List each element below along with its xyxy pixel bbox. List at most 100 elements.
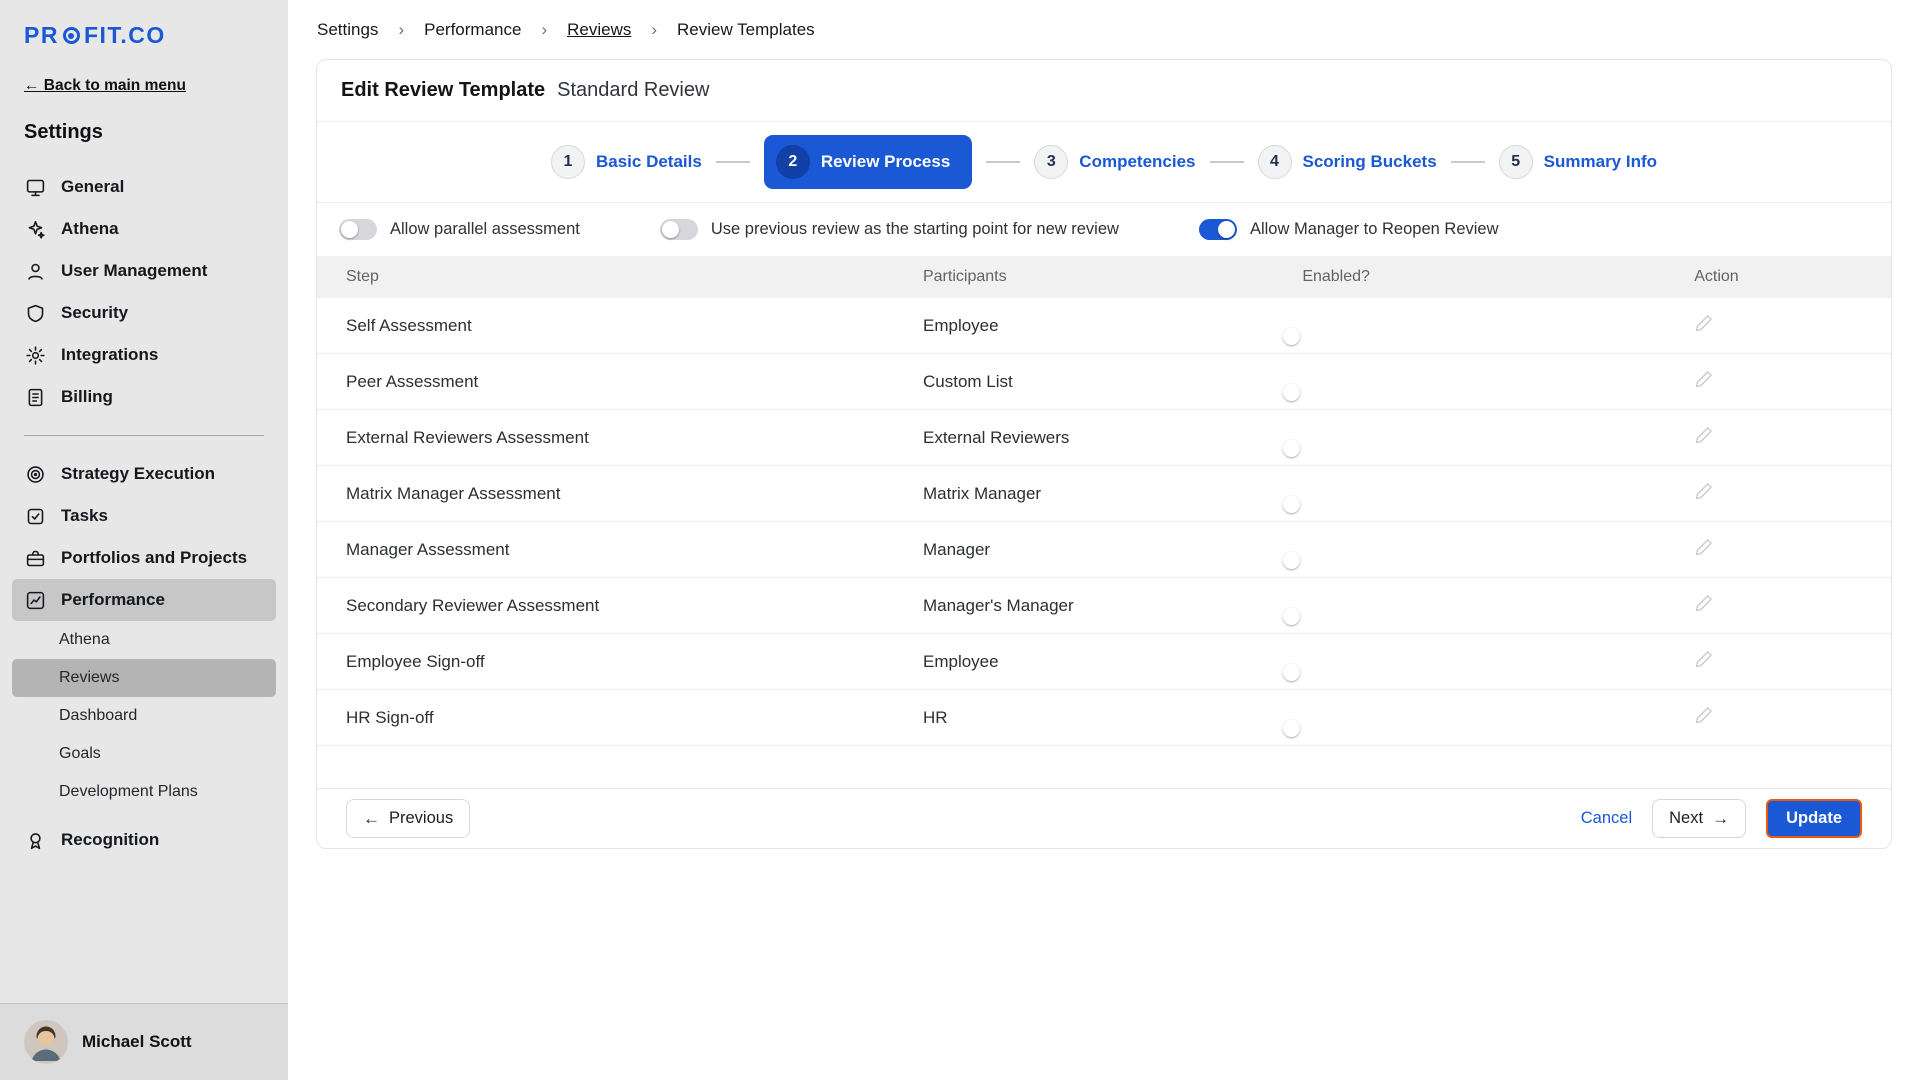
step-connector xyxy=(1210,161,1244,163)
monitor-icon xyxy=(24,176,46,198)
participants-cell: Matrix Manager xyxy=(923,484,1302,504)
sidebar-item-label: Tasks xyxy=(61,506,108,526)
edit-icon[interactable] xyxy=(1694,705,1714,725)
table-row: Secondary Reviewer Assessment Manager's … xyxy=(317,578,1891,634)
participants-cell: Manager's Manager xyxy=(923,596,1302,616)
sidebar-item-billing[interactable]: Billing xyxy=(12,376,276,418)
step-summary-info[interactable]: 5 Summary Info xyxy=(1499,145,1657,179)
sidebar-subitem-label: Reviews xyxy=(59,669,119,687)
breadcrumb-settings[interactable]: Settings xyxy=(317,20,378,40)
sidebar-item-label: Billing xyxy=(61,387,113,407)
sidebar-item-recognition[interactable]: Recognition xyxy=(12,819,276,861)
step-connector xyxy=(716,161,750,163)
sidebar-item-security[interactable]: Security xyxy=(12,292,276,334)
back-to-main-menu-link[interactable]: ← Back to main menu xyxy=(0,77,288,95)
sidebar-item-integrations[interactable]: Integrations xyxy=(12,334,276,376)
allow-manager-reopen-toggle[interactable] xyxy=(1199,219,1237,240)
sidebar-subitem-label: Athena xyxy=(59,631,110,649)
option-label: Use previous review as the starting poin… xyxy=(711,220,1119,239)
previous-button[interactable]: ← Previous xyxy=(346,799,470,838)
sidebar-subitem-goals[interactable]: Goals xyxy=(12,735,276,773)
avatar xyxy=(24,1020,68,1064)
update-button[interactable]: Update xyxy=(1766,799,1862,838)
profit-logo: PR FIT.CO xyxy=(0,22,288,49)
sidebar-subitem-development-plans[interactable]: Development Plans xyxy=(12,773,276,811)
sidebar-item-label: Strategy Execution xyxy=(61,464,215,484)
logo-text-right: FIT.CO xyxy=(84,22,166,49)
edit-icon[interactable] xyxy=(1694,593,1714,613)
breadcrumb-review-templates[interactable]: Review Templates xyxy=(677,20,815,40)
use-previous-review-toggle[interactable] xyxy=(660,219,698,240)
step-label: Summary Info xyxy=(1544,152,1657,172)
sidebar-item-performance[interactable]: Performance xyxy=(12,579,276,621)
next-button[interactable]: Next → xyxy=(1652,799,1746,838)
step-scoring-buckets[interactable]: 4 Scoring Buckets xyxy=(1258,145,1437,179)
gear-icon xyxy=(24,344,46,366)
column-header-enabled: Enabled? xyxy=(1302,268,1694,286)
sidebar-item-portfolios-and-projects[interactable]: Portfolios and Projects xyxy=(12,537,276,579)
medal-icon xyxy=(24,829,46,851)
participants-cell: Manager xyxy=(923,540,1302,560)
column-header-participants: Participants xyxy=(923,268,1302,286)
step-name-cell: Secondary Reviewer Assessment xyxy=(317,596,923,616)
main-content: Settings › Performance › Reviews › Revie… xyxy=(288,0,1920,1080)
sidebar-item-general[interactable]: General xyxy=(12,166,276,208)
column-header-step: Step xyxy=(317,268,923,286)
table-row: Manager Assessment Manager xyxy=(317,522,1891,578)
sidebar-item-user-management[interactable]: User Management xyxy=(12,250,276,292)
sidebar-subitem-label: Development Plans xyxy=(59,783,198,801)
edit-icon[interactable] xyxy=(1694,481,1714,501)
logo-text-left: PR xyxy=(24,22,59,49)
document-icon xyxy=(24,386,46,408)
table-row: Employee Sign-off Employee xyxy=(317,634,1891,690)
sidebar-subitem-athena[interactable]: Athena xyxy=(12,621,276,659)
breadcrumb: Settings › Performance › Reviews › Revie… xyxy=(288,0,1920,59)
step-name-cell: HR Sign-off xyxy=(317,708,923,728)
edit-icon[interactable] xyxy=(1694,369,1714,389)
sidebar-item-label: General xyxy=(61,177,124,197)
sidebar-item-label: User Management xyxy=(61,261,207,281)
card-header: Edit Review Template Standard Review xyxy=(317,60,1891,122)
edit-icon[interactable] xyxy=(1694,425,1714,445)
step-competencies[interactable]: 3 Competencies xyxy=(1034,145,1195,179)
sidebar-item-label: Security xyxy=(61,303,128,323)
step-name-cell: Self Assessment xyxy=(317,316,923,336)
cancel-link[interactable]: Cancel xyxy=(1581,809,1632,828)
table-row: HR Sign-off HR xyxy=(317,690,1891,746)
step-label: Scoring Buckets xyxy=(1303,152,1437,172)
sidebar-subitem-label: Goals xyxy=(59,745,101,763)
sidebar-item-athena[interactable]: Athena xyxy=(12,208,276,250)
sidebar-item-tasks[interactable]: Tasks xyxy=(12,495,276,537)
step-name-cell: Matrix Manager Assessment xyxy=(317,484,923,504)
edit-review-template-card: Edit Review Template Standard Review 1 B… xyxy=(316,59,1892,849)
sidebar-subitem-dashboard[interactable]: Dashboard xyxy=(12,697,276,735)
sidebar-item-label: Performance xyxy=(61,590,165,610)
target-icon xyxy=(24,463,46,485)
step-name-cell: Peer Assessment xyxy=(317,372,923,392)
logo-target-icon xyxy=(63,27,80,44)
participants-cell: HR xyxy=(923,708,1302,728)
edit-icon[interactable] xyxy=(1694,537,1714,557)
sidebar-item-label: Recognition xyxy=(61,830,159,850)
step-basic-details[interactable]: 1 Basic Details xyxy=(551,145,702,179)
step-number: 1 xyxy=(551,145,585,179)
user-profile[interactable]: Michael Scott xyxy=(0,1003,288,1080)
sidebar-item-strategy-execution[interactable]: Strategy Execution xyxy=(12,453,276,495)
step-label: Basic Details xyxy=(596,152,702,172)
breadcrumb-reviews[interactable]: Reviews xyxy=(567,20,631,40)
participants-cell: Employee xyxy=(923,652,1302,672)
step-review-process[interactable]: 2 Review Process xyxy=(764,135,972,189)
step-label: Review Process xyxy=(821,152,950,172)
review-options: Allow parallel assessment Use previous r… xyxy=(317,203,1891,256)
sidebar-subitem-reviews[interactable]: Reviews xyxy=(12,659,276,697)
table-bottom-spacer xyxy=(317,746,1891,788)
option-label: Allow Manager to Reopen Review xyxy=(1250,220,1499,239)
breadcrumb-performance[interactable]: Performance xyxy=(424,20,521,40)
edit-icon[interactable] xyxy=(1694,649,1714,669)
checklist-icon xyxy=(24,505,46,527)
card-footer: ← Previous Cancel Next → Update xyxy=(317,788,1891,848)
edit-icon[interactable] xyxy=(1694,313,1714,333)
allow-parallel-assessment-toggle[interactable] xyxy=(339,219,377,240)
step-connector xyxy=(1451,161,1485,163)
footer-actions: Cancel Next → Update xyxy=(1581,799,1862,838)
